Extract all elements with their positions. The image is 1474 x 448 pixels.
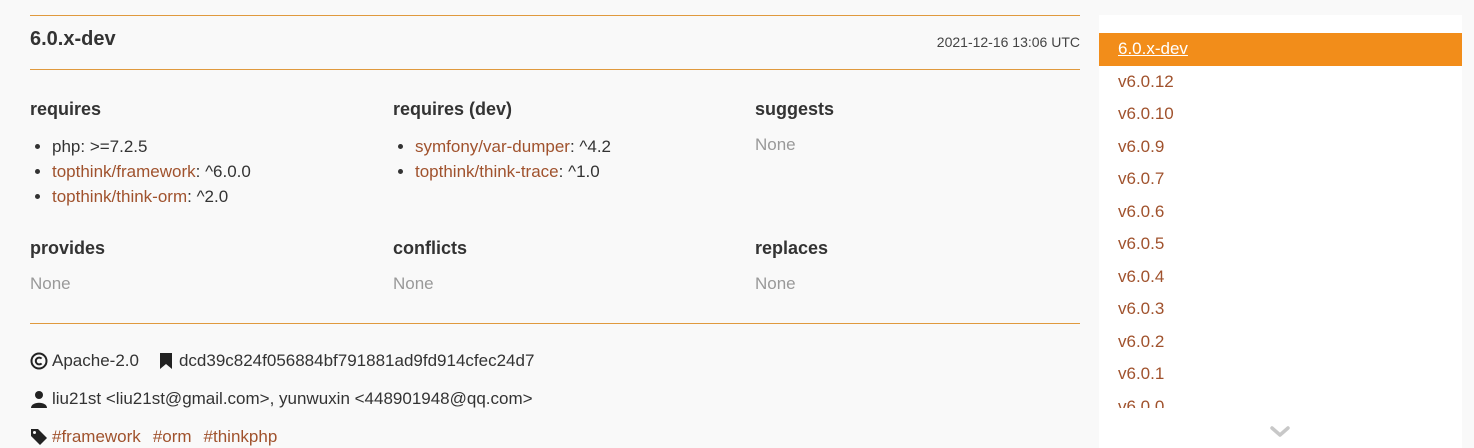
package-details: 6.0.x-dev 2021-12-16 13:06 UTC requires …	[30, 0, 1080, 448]
chevron-down-icon[interactable]	[1269, 425, 1291, 444]
version-item[interactable]: v6.0.7	[1099, 163, 1462, 196]
authors-line: liu21st <liu21st@gmail.com>, yunwuxin <4…	[30, 389, 533, 409]
version-item[interactable]: v6.0.6	[1099, 196, 1462, 229]
divider	[30, 69, 1080, 70]
tag-link[interactable]: #framework	[52, 427, 141, 447]
conflicts-heading: conflicts	[393, 238, 468, 258]
list-item: topthink/think-orm: ^2.0	[52, 184, 360, 209]
suggests-value: None	[755, 135, 796, 154]
version-item-active[interactable]: 6.0.x-dev	[1099, 33, 1462, 66]
divider	[30, 15, 1080, 16]
tag-icon	[30, 428, 48, 446]
version-list[interactable]: 6.0.x-dev v6.0.12 v6.0.10 v6.0.9 v6.0.7 …	[1099, 33, 1462, 408]
version-constraint: : ^2.0	[187, 187, 229, 206]
conflicts-section: conflicts None	[393, 237, 723, 294]
version-item[interactable]: v6.0.10	[1099, 98, 1462, 131]
bookmark-icon	[157, 352, 175, 370]
version-item[interactable]: v6.0.0	[1099, 391, 1462, 409]
requires-dev-heading: requires (dev)	[393, 99, 513, 119]
provides-value: None	[30, 274, 71, 293]
suggests-section: suggests None	[755, 98, 1085, 155]
user-icon	[30, 390, 48, 408]
replaces-value: None	[755, 274, 796, 293]
commit-hash[interactable]: dcd39c824f056884bf791881ad9fd914cfec24d7	[179, 351, 534, 371]
list-item: symfony/var-dumper: ^4.2	[415, 134, 723, 159]
suggests-heading: suggests	[755, 99, 835, 119]
list-item: topthink/framework: ^6.0.0	[52, 159, 360, 184]
version-constraint: : ^4.2	[569, 137, 611, 156]
tag-link[interactable]: #orm	[153, 427, 192, 447]
license: Apache-2.0	[52, 351, 139, 370]
package-link[interactable]: topthink/framework	[52, 162, 196, 181]
version-item[interactable]: v6.0.1	[1099, 358, 1462, 391]
package-link[interactable]: topthink/think-trace	[415, 162, 559, 181]
license-and-source: Apache-2.0 dcd39c824f056884bf791881ad9fd…	[30, 351, 534, 371]
version-item[interactable]: v6.0.12	[1099, 66, 1462, 99]
list-item: topthink/think-trace: ^1.0	[415, 159, 723, 184]
tag-link[interactable]: #thinkphp	[204, 427, 278, 447]
replaces-heading: replaces	[755, 238, 829, 258]
authors: liu21st <liu21st@gmail.com>, yunwuxin <4…	[52, 389, 533, 408]
version-sidebar: 6.0.x-dev v6.0.12 v6.0.10 v6.0.9 v6.0.7 …	[1099, 15, 1462, 448]
version-constraint: : ^6.0.0	[195, 162, 251, 181]
copyright-icon	[30, 352, 48, 370]
version-title: 6.0.x-dev	[30, 28, 116, 50]
version-item[interactable]: v6.0.2	[1099, 326, 1462, 359]
version-item[interactable]: v6.0.4	[1099, 261, 1462, 294]
provides-section: provides None	[30, 237, 360, 294]
requires-heading: requires	[30, 99, 102, 119]
requires-dev-list: symfony/var-dumper: ^4.2 topthink/think-…	[393, 134, 723, 184]
tags-line: #framework #orm #thinkphp	[30, 427, 289, 447]
package-name: php	[52, 137, 81, 156]
requires-dev-section: requires (dev) symfony/var-dumper: ^4.2 …	[393, 98, 723, 184]
provides-heading: provides	[30, 238, 106, 258]
version-item[interactable]: v6.0.9	[1099, 131, 1462, 164]
version-item[interactable]: v6.0.5	[1099, 228, 1462, 261]
list-item: php: >=7.2.5	[52, 134, 360, 159]
package-link[interactable]: symfony/var-dumper	[415, 137, 570, 156]
replaces-section: replaces None	[755, 237, 1085, 294]
version-item[interactable]: v6.0.3	[1099, 293, 1462, 326]
version-constraint: : >=7.2.5	[80, 137, 148, 156]
requires-section: requires php: >=7.2.5 topthink/framework…	[30, 98, 360, 209]
version-constraint: : ^1.0	[558, 162, 600, 181]
conflicts-value: None	[393, 274, 434, 293]
divider	[30, 323, 1080, 324]
requires-list: php: >=7.2.5 topthink/framework: ^6.0.0 …	[30, 134, 360, 209]
package-link[interactable]: topthink/think-orm	[52, 187, 187, 206]
release-date: 2021-12-16 13:06 UTC	[936, 34, 1080, 50]
